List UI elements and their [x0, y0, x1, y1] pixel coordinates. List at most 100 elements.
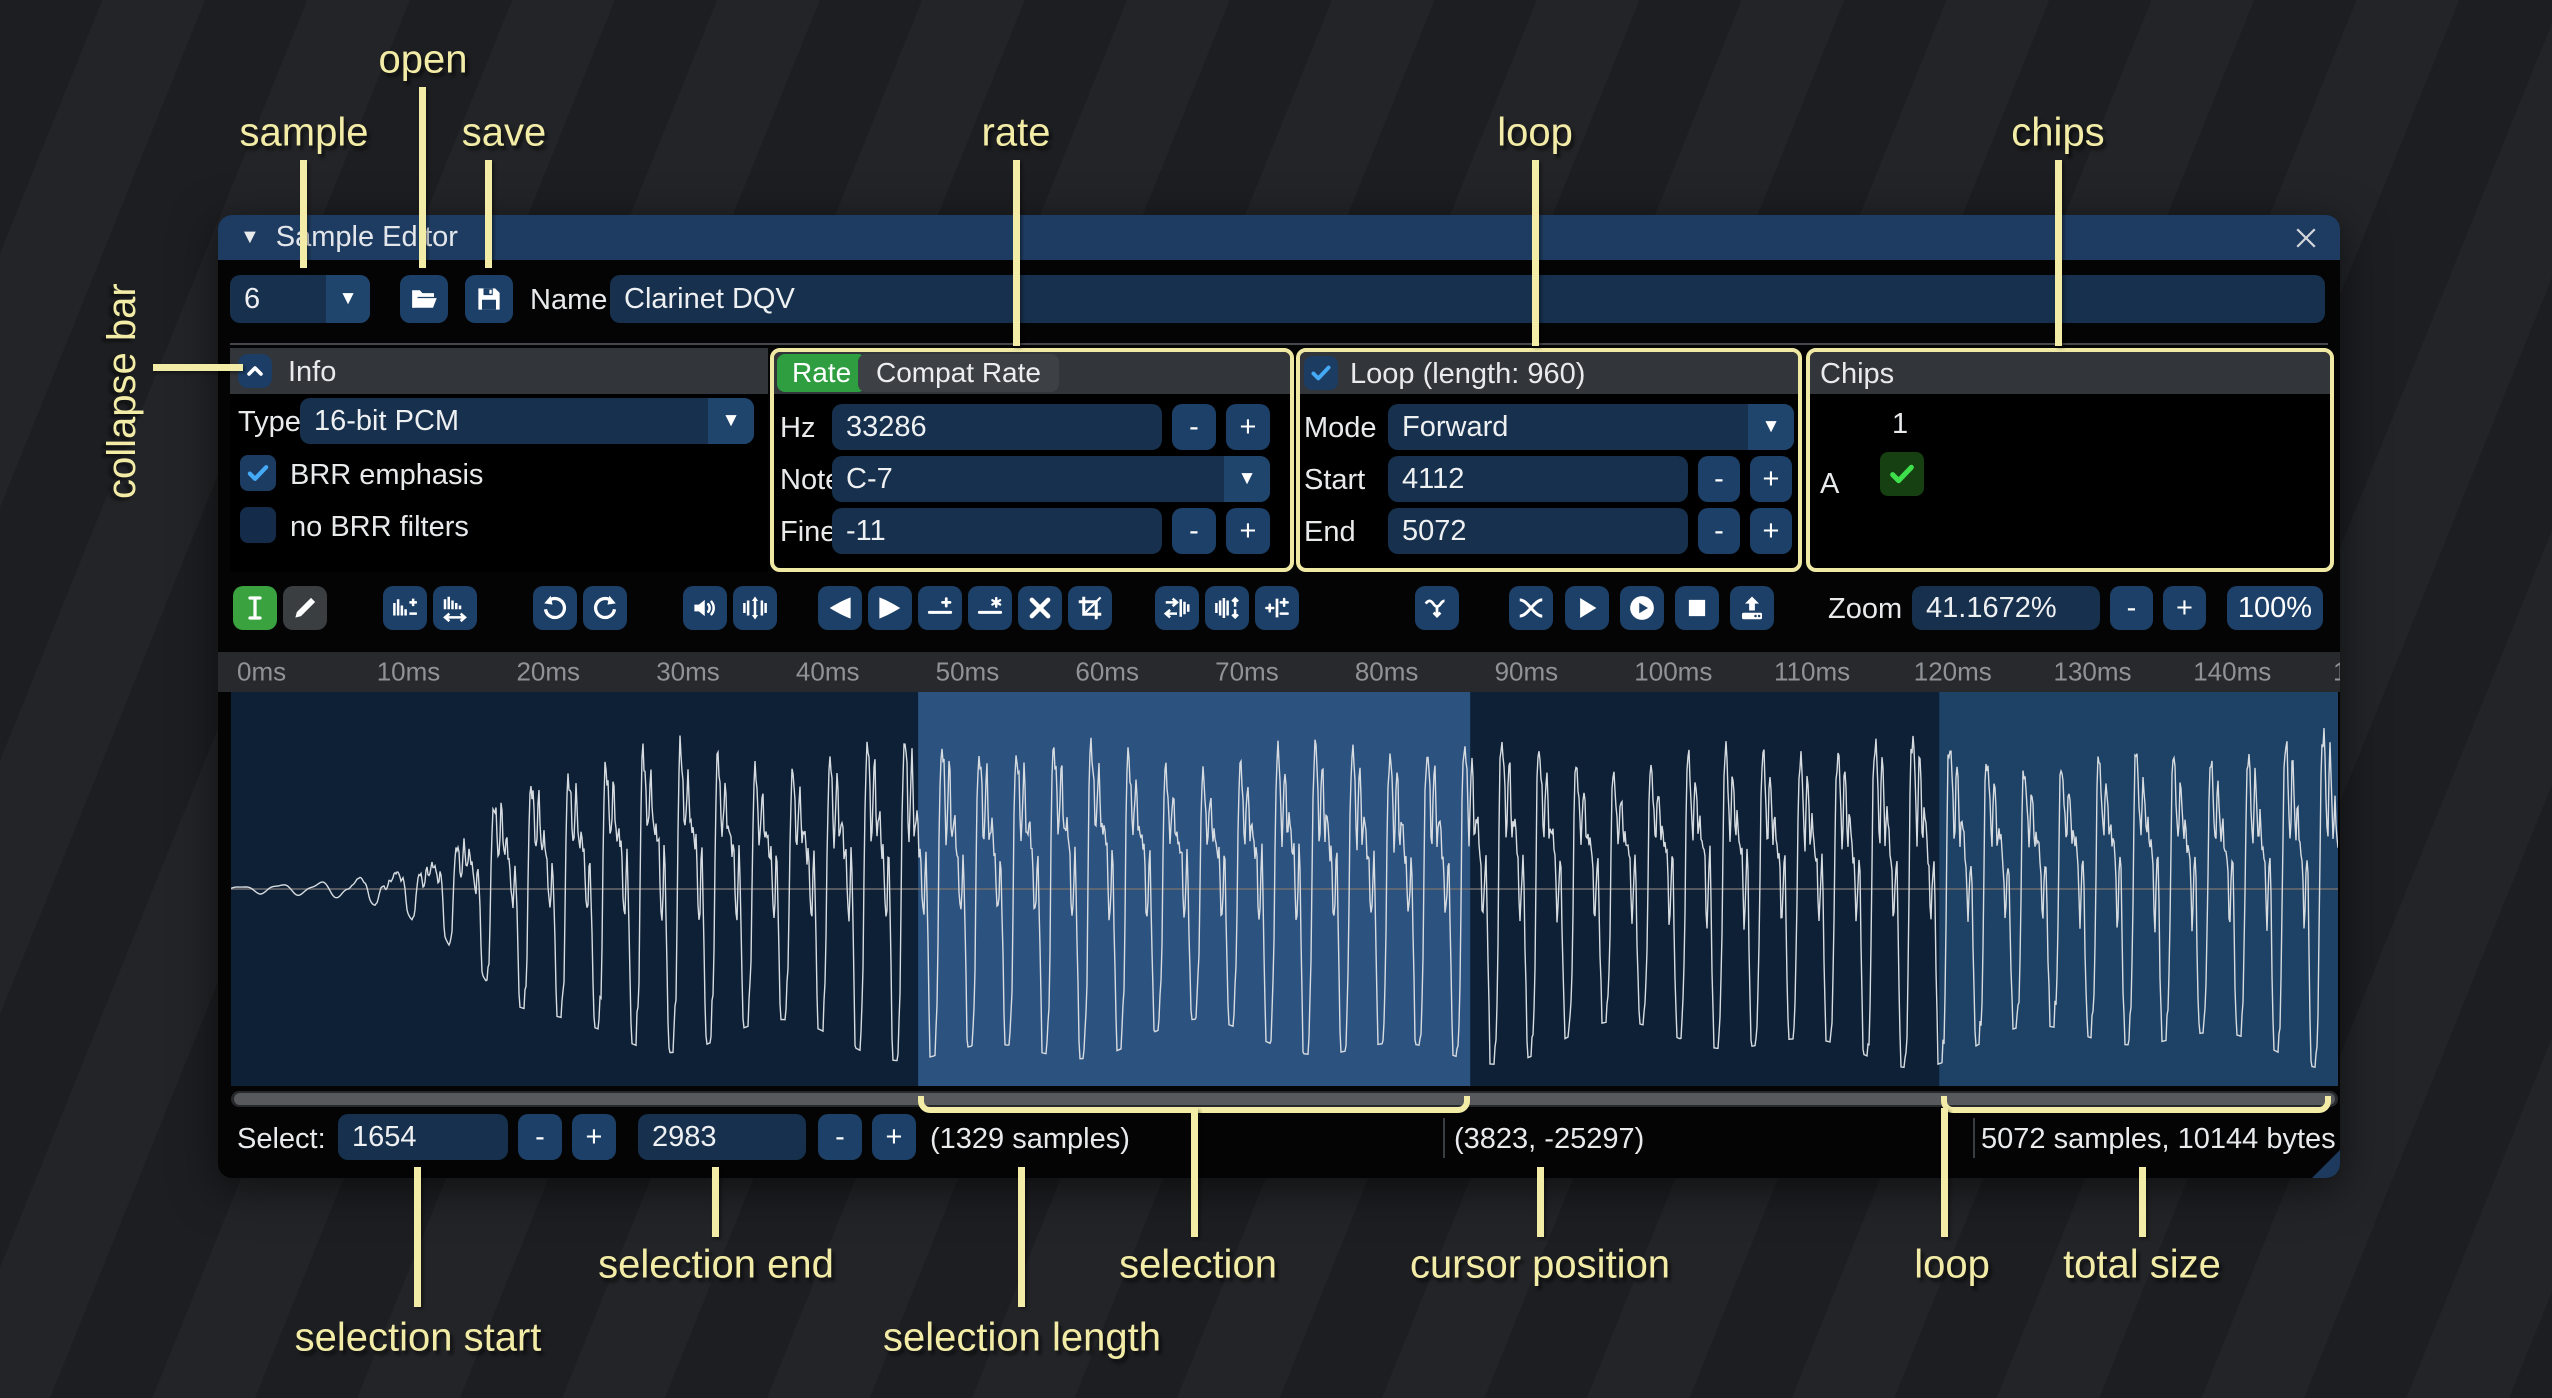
annotation-bracket-loop	[1941, 1096, 2331, 1113]
delete-button[interactable]	[1018, 586, 1062, 630]
selection-start-minus-button[interactable]: -	[518, 1114, 562, 1160]
stop-preview-button[interactable]	[1675, 586, 1719, 630]
divider	[230, 343, 2328, 345]
rate-section: Rate Compat Rate Hz 33286 - + Note C-7 ▼…	[770, 348, 1294, 572]
loop-end-plus-button[interactable]: +	[1750, 508, 1792, 554]
sample-type-dropdown[interactable]: 16-bit PCM ▼	[300, 398, 754, 444]
ruler-tick: 100ms	[1634, 657, 1712, 688]
selection-end-minus-button[interactable]: -	[818, 1114, 862, 1160]
trim-button[interactable]	[1068, 586, 1112, 630]
ruler-tick: 90ms	[1495, 657, 1559, 688]
resize-button[interactable]	[383, 586, 427, 630]
no-brr-filters-checkbox[interactable]	[240, 507, 276, 543]
loop-end-value: 5072	[1402, 515, 1467, 548]
fine-input[interactable]: -11	[832, 508, 1162, 554]
zoom-reset-button[interactable]: 100%	[2227, 586, 2323, 630]
open-sample-button[interactable]	[400, 275, 448, 323]
close-button[interactable]	[2288, 220, 2324, 256]
annotation-line-sample	[300, 160, 307, 268]
waveform-display[interactable]	[231, 692, 2338, 1086]
resample-button[interactable]	[433, 586, 477, 630]
sample-number-dropdown[interactable]: 6 ▼	[230, 275, 370, 323]
loop-enable-checkbox[interactable]	[1304, 356, 1338, 390]
undo-button[interactable]	[533, 586, 577, 630]
chevron-down-icon[interactable]: ▼	[326, 275, 370, 323]
window-resize-grip[interactable]	[2312, 1150, 2340, 1178]
amplify-button[interactable]	[683, 586, 727, 630]
selection-end-plus-button[interactable]: +	[872, 1114, 916, 1160]
chip-enable-toggle[interactable]	[1880, 452, 1924, 496]
note-dropdown[interactable]: C-7 ▼	[832, 456, 1270, 502]
fade-in-button[interactable]	[818, 586, 862, 630]
loop-end-minus-button[interactable]: -	[1698, 508, 1740, 554]
loop-mode-value: Forward	[1402, 411, 1508, 444]
signed-unsigned-button[interactable]	[1255, 586, 1299, 630]
info-collapse-button[interactable]	[238, 354, 272, 388]
annotation-rate: rate	[982, 111, 1051, 156]
brr-emphasis-checkbox[interactable]	[240, 455, 276, 491]
play-icon	[1572, 593, 1602, 623]
zoom-input[interactable]: 41.1672%	[1912, 586, 2100, 630]
upload-to-device-button[interactable]	[1730, 586, 1774, 630]
delete-icon	[1025, 593, 1055, 623]
loop-end-label: End	[1304, 516, 1356, 549]
chevron-down-icon[interactable]: ▼	[708, 398, 754, 444]
fade-out-button[interactable]	[868, 586, 912, 630]
check-icon	[1886, 458, 1918, 490]
save-sample-button[interactable]	[465, 275, 513, 323]
rate-section-header: Rate Compat Rate	[774, 352, 1290, 394]
loop-header-label: Loop (length: 960)	[1350, 358, 1585, 391]
sample-name-input[interactable]: Clarinet DQV	[610, 275, 2325, 323]
fine-minus-button[interactable]: -	[1172, 508, 1216, 554]
upload-icon	[1737, 593, 1767, 623]
selection-start-input[interactable]: 1654	[338, 1114, 508, 1160]
apply-silence-button[interactable]	[968, 586, 1012, 630]
selection-start-plus-button[interactable]: +	[572, 1114, 616, 1160]
stop-icon	[1682, 593, 1712, 623]
ruler-tick: 10ms	[377, 657, 441, 688]
zoom-out-button[interactable]: -	[2110, 586, 2153, 630]
annotation-selection: selection	[1119, 1243, 1277, 1288]
ruler-tick: 20ms	[516, 657, 580, 688]
chevron-down-icon[interactable]: ▼	[1224, 456, 1270, 502]
invert-button[interactable]	[1205, 586, 1249, 630]
collapse-window-icon[interactable]: ▼	[240, 226, 260, 249]
edit-mode-draw-button[interactable]	[283, 586, 327, 630]
loop-mode-dropdown[interactable]: Forward ▼	[1388, 404, 1794, 450]
ruler-tick: 120ms	[1914, 657, 1992, 688]
edit-mode-select-button[interactable]	[233, 586, 277, 630]
preview-button[interactable]	[1565, 586, 1609, 630]
hz-input[interactable]: 33286	[832, 404, 1162, 450]
insert-silence-button[interactable]	[918, 586, 962, 630]
cursor-position-text: (3823, -25297)	[1454, 1123, 1644, 1156]
loop-start-input[interactable]: 4112	[1388, 456, 1688, 502]
annotation-open: open	[379, 38, 468, 83]
loop-start-minus-button[interactable]: -	[1698, 456, 1740, 502]
zoom-in-button[interactable]: +	[2163, 586, 2206, 630]
loop-start-plus-button[interactable]: +	[1750, 456, 1792, 502]
fine-plus-button[interactable]: +	[1226, 508, 1270, 554]
sample-editor-window: ▼ Sample Editor 6 ▼ Na	[218, 215, 2340, 1178]
preview-selection-button[interactable]	[1620, 586, 1664, 630]
time-ruler[interactable]: 0ms10ms20ms30ms40ms50ms60ms70ms80ms90ms1…	[218, 652, 2340, 692]
ruler-tick: 30ms	[656, 657, 720, 688]
reverse-button[interactable]	[1155, 586, 1199, 630]
hz-plus-button[interactable]: +	[1226, 404, 1270, 450]
ruler-tick: 0ms	[237, 657, 286, 688]
window-titlebar[interactable]: ▼ Sample Editor	[218, 215, 2340, 260]
play-circle-icon	[1627, 593, 1657, 623]
chips-column-header: 1	[1892, 408, 1908, 441]
redo-button[interactable]	[583, 586, 627, 630]
compat-rate-tab[interactable]: Compat Rate	[858, 354, 1059, 392]
check-icon	[1308, 360, 1334, 386]
resize-icon	[390, 593, 420, 623]
normalize-button[interactable]	[733, 586, 777, 630]
silence-apply-icon	[975, 593, 1005, 623]
chevron-down-icon[interactable]: ▼	[1748, 404, 1794, 450]
hz-minus-button[interactable]: -	[1172, 404, 1216, 450]
total-size-text: 5072 samples, 10144 bytes	[1981, 1123, 2335, 1156]
apply-filter-button[interactable]	[1415, 586, 1459, 630]
crossfade-loop-button[interactable]	[1509, 586, 1553, 630]
selection-end-input[interactable]: 2983	[638, 1114, 806, 1160]
loop-end-input[interactable]: 5072	[1388, 508, 1688, 554]
